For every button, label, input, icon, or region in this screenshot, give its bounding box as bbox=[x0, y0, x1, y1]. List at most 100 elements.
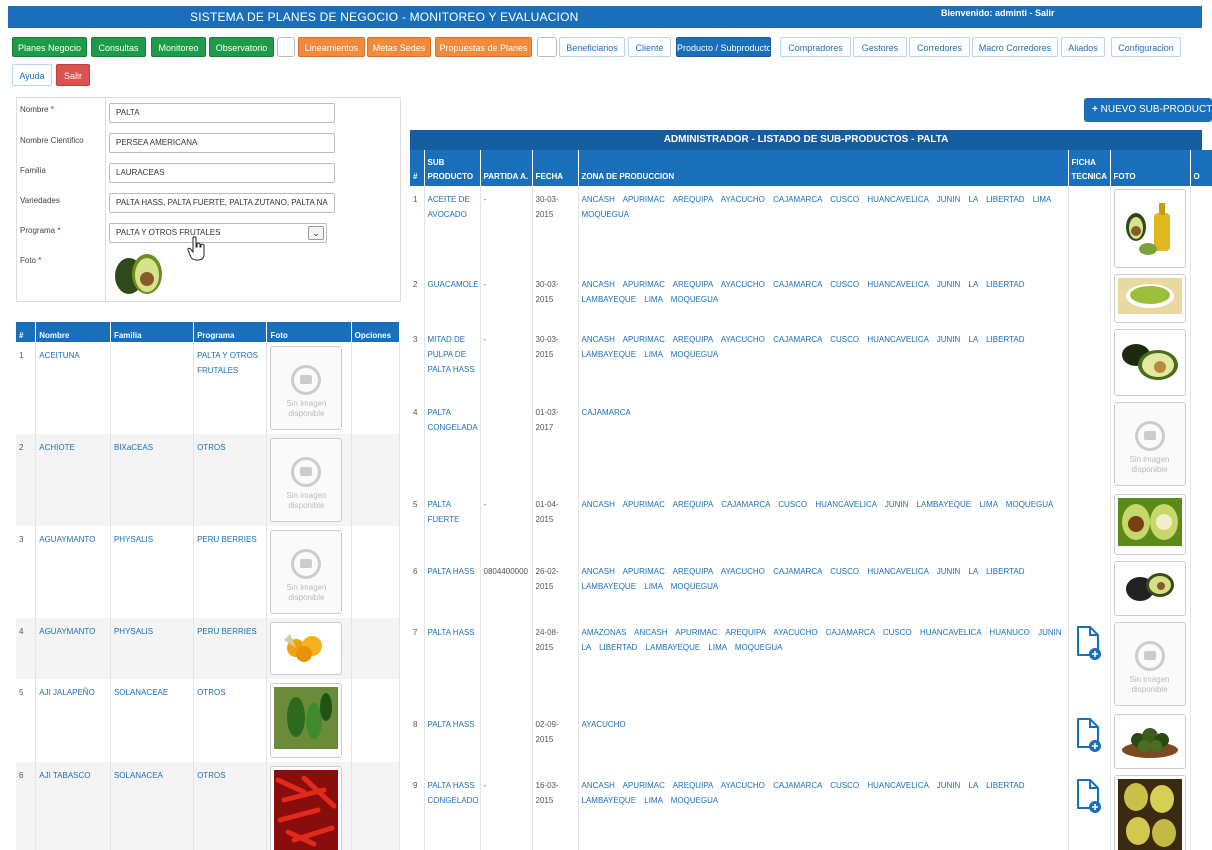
table-row[interactable]: 8 PALTA HASS 02-09-2015 AYACUCHO bbox=[410, 711, 1212, 772]
row-subproducto[interactable]: PALTA HASS bbox=[424, 711, 481, 772]
row-foto: Sin imagen disponible bbox=[1110, 399, 1191, 491]
cientifico-input[interactable]: PERSEA AMERICANA bbox=[109, 133, 335, 153]
table-row[interactable]: 3 MITAD DE PULPA DE PALTA HASS - 30-03-2… bbox=[410, 326, 1212, 399]
nav-gestores-button[interactable]: Gestores bbox=[853, 37, 907, 57]
row-subproducto[interactable]: PALTA HASS CONGELADO bbox=[424, 772, 481, 850]
camera-icon bbox=[291, 365, 322, 395]
row-ficha[interactable] bbox=[1068, 619, 1111, 711]
nav-aliados-button[interactable]: Aliados bbox=[1061, 37, 1105, 57]
row-subproducto[interactable]: PALTA FUERTE bbox=[424, 491, 481, 558]
row-foto bbox=[1110, 271, 1191, 326]
nav-configuracion-button[interactable]: Configuracion bbox=[1111, 37, 1181, 57]
row-opciones[interactable] bbox=[1190, 186, 1212, 271]
row-number: 5 bbox=[410, 491, 425, 558]
new-subproduct-button[interactable]: + NUEVO SUB-PRODUCTO bbox=[1084, 98, 1212, 122]
nav-lineamientos-button[interactable]: Lineamientos bbox=[298, 37, 365, 57]
row-subproducto[interactable]: MITAD DE PULPA DE PALTA HASS bbox=[424, 326, 481, 399]
row-familia: SOLANACEAE bbox=[110, 679, 195, 762]
table-row[interactable]: 2 GUACAMOLE - 30-03-2015 ANCASH APURIMAC… bbox=[410, 271, 1212, 326]
row-nombre[interactable]: AGUAYMANTO bbox=[35, 618, 111, 679]
row-ficha[interactable] bbox=[1068, 711, 1111, 772]
table-row[interactable]: 9 PALTA HASS CONGELADO - 16-03-2015 ANCA… bbox=[410, 772, 1212, 850]
nav-compradores-button[interactable]: Compradores bbox=[780, 37, 851, 57]
nav-cliente-button[interactable]: Cliente bbox=[628, 37, 671, 57]
row-number: 1 bbox=[410, 186, 425, 271]
welcome-logout-link[interactable]: Bienvenido: adminti - Salir bbox=[941, 8, 1055, 18]
table-row[interactable]: 4 AGUAYMANTO PHYSALIS PERU BERRIES bbox=[16, 618, 400, 679]
row-opciones[interactable] bbox=[351, 679, 400, 762]
row-fecha: 16-03-2015 bbox=[532, 772, 579, 850]
row-familia bbox=[110, 342, 195, 434]
table-row[interactable]: 4 PALTA CONGELADA 01-03-2017 CAJAMARCA S… bbox=[410, 399, 1212, 491]
row-fecha: 26-02-2015 bbox=[532, 558, 579, 619]
nav-macro-corredores-button[interactable]: Macro Corredores bbox=[972, 37, 1058, 57]
row-fecha: 30-03-2015 bbox=[532, 271, 579, 326]
table-row[interactable]: 1 ACEITE DE AVOCADO - 30-03-2015 ANCASH … bbox=[410, 186, 1212, 271]
row-subproducto[interactable]: PALTA HASS bbox=[424, 558, 481, 619]
nav-corredores-button[interactable]: Corredores bbox=[909, 37, 970, 57]
row-subproducto[interactable]: PALTA CONGELADA bbox=[424, 399, 481, 491]
cientifico-label: Nombre Cientifico bbox=[20, 136, 84, 145]
row-partida: - bbox=[480, 326, 533, 399]
row-opciones[interactable] bbox=[1190, 711, 1212, 772]
add-document-icon[interactable] bbox=[1076, 778, 1102, 814]
table-row[interactable]: 7 PALTA HASS 24-08-2015 AMAZONAS ANCASH … bbox=[410, 619, 1212, 711]
row-ficha[interactable] bbox=[1068, 772, 1111, 850]
row-nombre[interactable]: AJI TABASCO bbox=[35, 762, 111, 850]
add-document-icon[interactable] bbox=[1076, 625, 1102, 661]
subproduct-no-image: Sin imagen disponible bbox=[1113, 402, 1186, 486]
row-subproducto[interactable]: ACEITE DE AVOCADO bbox=[424, 186, 481, 271]
add-document-icon[interactable] bbox=[1076, 717, 1102, 753]
variedades-input[interactable]: PALTA HASS, PALTA FUERTE, PALTA ZUTANO, … bbox=[109, 193, 335, 213]
familia-input[interactable]: LAURACEAS bbox=[109, 163, 335, 183]
nav-blank-button[interactable] bbox=[277, 37, 295, 57]
nav-blank-button[interactable] bbox=[537, 37, 557, 57]
row-opciones[interactable] bbox=[351, 434, 400, 526]
no-image-text-1: Sin imagen bbox=[1129, 675, 1170, 684]
row-opciones[interactable] bbox=[1190, 558, 1212, 619]
row-opciones[interactable] bbox=[1190, 772, 1212, 850]
nav-salir-button[interactable]: Salir bbox=[56, 64, 90, 86]
familia-label: Familia bbox=[20, 166, 46, 175]
row-opciones[interactable] bbox=[1190, 399, 1212, 491]
nav-ayuda-button[interactable]: Ayuda bbox=[12, 64, 52, 86]
row-opciones[interactable] bbox=[351, 526, 400, 618]
row-subproducto[interactable]: PALTA HASS bbox=[424, 619, 481, 711]
row-opciones[interactable] bbox=[351, 762, 400, 850]
row-foto bbox=[1110, 711, 1191, 772]
table-row[interactable]: 2 ACHIOTE BIXaCEAS OTROS Sin imagen disp… bbox=[16, 434, 400, 526]
row-opciones[interactable] bbox=[351, 342, 400, 434]
row-nombre[interactable]: AGUAYMANTO bbox=[35, 526, 111, 618]
row-opciones[interactable] bbox=[351, 618, 400, 679]
chevron-down-icon[interactable]: ⌄ bbox=[308, 226, 324, 240]
row-nombre[interactable]: AJI JALAPEÑO bbox=[35, 679, 111, 762]
row-subproducto[interactable]: GUACAMOLE bbox=[424, 271, 481, 326]
row-opciones[interactable] bbox=[1190, 271, 1212, 326]
row-nombre[interactable]: ACHIOTE bbox=[35, 434, 111, 526]
nombre-label: Nombre * bbox=[20, 105, 54, 114]
table-row[interactable]: 6 PALTA HASS 0804400000 26-02-2015 ANCAS… bbox=[410, 558, 1212, 619]
nav-metas-sedes-button[interactable]: Metas Sedes bbox=[367, 37, 431, 57]
row-nombre[interactable]: ACEITUNA bbox=[35, 342, 111, 434]
nav-producto-subproducto-button[interactable]: Producto / Subproducto bbox=[676, 37, 771, 57]
table-row[interactable]: 6 AJI TABASCO SOLANACEA OTROS bbox=[16, 762, 400, 850]
nav-propuestas-de-planes-button[interactable]: Propuestas de Planes bbox=[435, 37, 532, 57]
table-row[interactable]: 5 PALTA FUERTE - 01-04-2015 ANCASH APURI… bbox=[410, 491, 1212, 558]
programa-select[interactable]: PALTA Y OTROS FRUTALES ⌄ bbox=[109, 223, 327, 243]
table-row[interactable]: 1 ACEITUNA PALTA Y OTROS FRUTALES Sin im… bbox=[16, 342, 400, 434]
nombre-input[interactable]: PALTA bbox=[109, 103, 335, 123]
col-foto-header: Foto bbox=[266, 322, 352, 342]
nav-consultas-button[interactable]: Consultas bbox=[91, 37, 146, 57]
row-opciones[interactable] bbox=[1190, 491, 1212, 558]
row-opciones[interactable] bbox=[1190, 619, 1212, 711]
nav-planes-negocio-button[interactable]: Planes Negocio bbox=[12, 37, 87, 57]
row-number: 8 bbox=[410, 711, 425, 772]
col-opciones-header: Opciones bbox=[351, 322, 400, 342]
nav-observatorio-button[interactable]: Observatorio bbox=[209, 37, 274, 57]
nav-monitoreo-button[interactable]: Monitoreo bbox=[151, 37, 206, 57]
row-opciones[interactable] bbox=[1190, 326, 1212, 399]
table-row[interactable]: 3 AGUAYMANTO PHYSALIS PERU BERRIES Sin i… bbox=[16, 526, 400, 618]
nav-beneficiarios-button[interactable]: Beneficiarios bbox=[559, 37, 625, 57]
row-number: 1 bbox=[16, 342, 37, 434]
table-row[interactable]: 5 AJI JALAPEÑO SOLANACEAE OTROS bbox=[16, 679, 400, 762]
